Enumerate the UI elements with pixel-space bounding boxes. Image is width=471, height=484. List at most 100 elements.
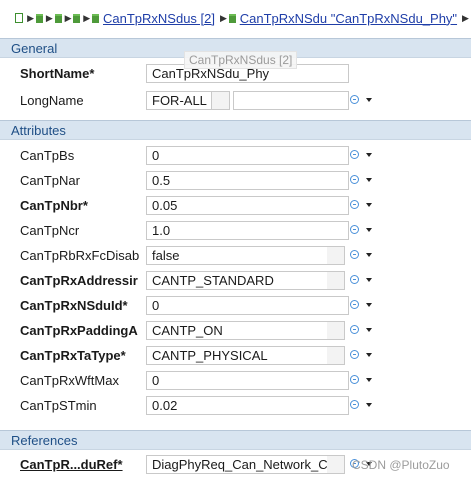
attribute-actions[interactable] xyxy=(350,225,374,237)
reference-dropdown[interactable] xyxy=(327,455,345,474)
attribute-label: CanTpRxAddressir xyxy=(20,273,138,288)
folder-icon xyxy=(92,13,99,23)
folder-icon[interactable] xyxy=(36,13,43,23)
reference-select[interactable]: DiagPhyReq_Can_Network_CA xyxy=(146,455,328,474)
longname-input[interactable] xyxy=(233,91,349,110)
option-icon[interactable] xyxy=(350,225,359,234)
breadcrumb: ▶ ▶ ▶ ▶ CanTpRxNSdus [2] ▶ CanTpRxNSdu "… xyxy=(0,0,471,36)
attribute-row: CanTpSTmin 0.02 xyxy=(0,393,471,418)
chevron-right-icon: ▶ xyxy=(27,12,35,23)
option-icon[interactable] xyxy=(350,375,359,384)
chevron-right-icon: ▶ xyxy=(45,12,53,23)
attribute-row: CanTpNcr 1.0 xyxy=(0,218,471,243)
attribute-actions[interactable] xyxy=(350,350,374,362)
chevron-down-icon[interactable] xyxy=(366,178,372,182)
option-icon[interactable] xyxy=(350,95,359,104)
attribute-row: CanTpRxWftMax 0 xyxy=(0,368,471,393)
attribute-dropdown[interactable] xyxy=(327,246,345,265)
chevron-down-icon[interactable] xyxy=(366,353,372,357)
option-icon[interactable] xyxy=(350,350,359,359)
attribute-row: CanTpRxNSduId* 0 xyxy=(0,293,471,318)
attribute-input[interactable]: 0 xyxy=(146,146,349,165)
attribute-input[interactable]: 1.0 xyxy=(146,221,349,240)
attribute-row: CanTpRxTaType* CANTP_PHYSICAL xyxy=(0,343,471,368)
attribute-actions[interactable] xyxy=(350,250,374,262)
attribute-label: CanTpRbRxFcDisab xyxy=(20,248,140,263)
attribute-actions[interactable] xyxy=(350,175,374,187)
longname-lang-dropdown[interactable] xyxy=(212,91,230,110)
chevron-right-icon[interactable]: ▶ xyxy=(462,13,469,24)
attribute-input[interactable]: 0 xyxy=(146,296,349,315)
attribute-dropdown[interactable] xyxy=(327,271,345,290)
attribute-row: CanTpRxAddressir CANTP_STANDARD xyxy=(0,268,471,293)
watermark: CSDN @PlutoZuo xyxy=(352,458,450,472)
attribute-select[interactable]: CANTP_ON xyxy=(146,321,328,340)
longname-row: LongName FOR-ALL xyxy=(0,88,471,113)
chevron-down-icon[interactable] xyxy=(366,278,372,282)
chevron-down-icon[interactable] xyxy=(366,153,372,157)
attribute-row: CanTpBs 0 xyxy=(0,143,471,168)
attribute-actions[interactable] xyxy=(350,325,374,337)
longname-actions[interactable] xyxy=(350,95,374,107)
attribute-actions[interactable] xyxy=(350,375,374,387)
breadcrumb-link-rxnsdus[interactable]: CanTpRxNSdus [2] xyxy=(103,11,215,26)
option-icon[interactable] xyxy=(350,325,359,334)
shortname-label: ShortName* xyxy=(20,66,95,81)
attribute-input[interactable]: 0 xyxy=(146,371,349,390)
attribute-label: CanTpRxTaType* xyxy=(20,348,126,363)
section-attributes[interactable]: Attributes xyxy=(0,120,471,140)
attribute-row: CanTpRxPaddingA CANTP_ON xyxy=(0,318,471,343)
attribute-input[interactable]: 0.5 xyxy=(146,171,349,190)
attribute-actions[interactable] xyxy=(350,200,374,212)
chevron-down-icon[interactable] xyxy=(366,98,372,102)
chevron-down-icon[interactable] xyxy=(366,253,372,257)
chevron-right-icon: ▶ xyxy=(220,12,227,23)
page-icon xyxy=(15,13,24,23)
option-icon[interactable] xyxy=(350,275,359,284)
chevron-down-icon[interactable] xyxy=(366,403,372,407)
attribute-label: CanTpNbr* xyxy=(20,198,88,213)
option-icon[interactable] xyxy=(350,200,359,209)
attribute-label: CanTpRxNSduId* xyxy=(20,298,128,313)
attribute-select[interactable]: CANTP_PHYSICAL xyxy=(146,346,328,365)
attribute-actions[interactable] xyxy=(350,300,374,312)
attribute-row: CanTpNar 0.5 xyxy=(0,168,471,193)
chevron-down-icon[interactable] xyxy=(366,303,372,307)
section-references[interactable]: References xyxy=(0,430,471,450)
folder-icon xyxy=(228,13,236,23)
attribute-row: CanTpNbr* 0.05 xyxy=(0,193,471,218)
attribute-dropdown[interactable] xyxy=(327,346,345,365)
folder-icon[interactable] xyxy=(73,13,81,23)
attribute-select[interactable]: CANTP_STANDARD xyxy=(146,271,328,290)
option-icon[interactable] xyxy=(350,150,359,159)
attribute-actions[interactable] xyxy=(350,400,374,412)
option-icon[interactable] xyxy=(350,250,359,259)
chevron-down-icon[interactable] xyxy=(366,378,372,382)
attribute-actions[interactable] xyxy=(350,150,374,162)
folder-icon[interactable] xyxy=(54,13,62,23)
attribute-label: CanTpNcr xyxy=(20,223,80,238)
breadcrumb-link-rxnsdu[interactable]: CanTpRxNSdu "CanTpRxNSdu_Phy" xyxy=(240,11,457,26)
attribute-row: CanTpRbRxFcDisab false xyxy=(0,243,471,268)
option-icon[interactable] xyxy=(350,400,359,409)
attribute-label: CanTpRxWftMax xyxy=(20,373,119,388)
chevron-right-icon: ▶ xyxy=(83,12,91,23)
longname-lang-select[interactable]: FOR-ALL xyxy=(146,91,212,110)
option-icon[interactable] xyxy=(350,300,359,309)
chevron-right-icon: ▶ xyxy=(64,12,72,23)
reference-label[interactable]: CanTpR...duRef* xyxy=(20,457,140,472)
attribute-label: CanTpSTmin xyxy=(20,398,97,413)
chevron-down-icon[interactable] xyxy=(366,203,372,207)
attribute-input[interactable]: 0.05 xyxy=(146,196,349,215)
longname-label: LongName xyxy=(20,93,84,108)
option-icon[interactable] xyxy=(350,175,359,184)
attribute-input[interactable]: 0.02 xyxy=(146,396,349,415)
chevron-down-icon[interactable] xyxy=(366,328,372,332)
chevron-down-icon[interactable] xyxy=(366,228,372,232)
attribute-select[interactable]: false xyxy=(146,246,328,265)
attribute-dropdown[interactable] xyxy=(327,321,345,340)
tooltip: CanTpRxNSdus [2] xyxy=(184,51,298,69)
attribute-label: CanTpNar xyxy=(20,173,80,188)
attribute-label: CanTpBs xyxy=(20,148,75,163)
attribute-actions[interactable] xyxy=(350,275,374,287)
